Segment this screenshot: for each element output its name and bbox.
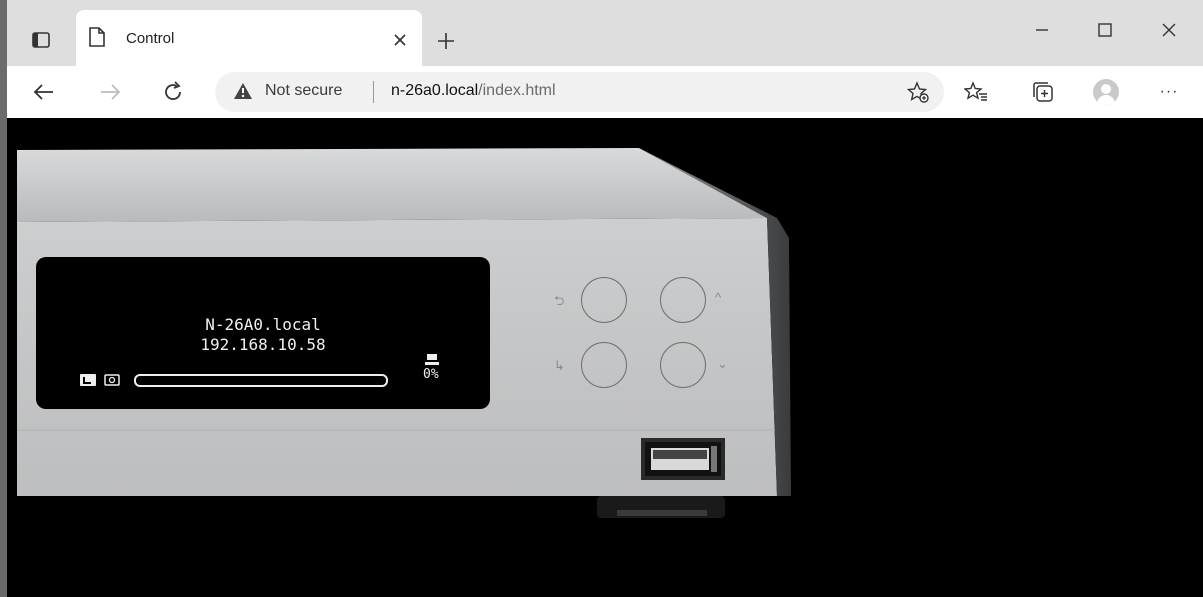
address-bar: Not secure n-26a0.local/index.html ··· (7, 66, 1203, 119)
tab-title: Control (126, 30, 175, 47)
device-front-panel: N-26A0.local 192.168.10.58 0% ⮌ ^ ↳ ⌄ (7, 118, 807, 597)
maximize-icon (1098, 23, 1112, 37)
page-viewport: N-26A0.local 192.168.10.58 0% ⮌ ^ ↳ ⌄ (7, 118, 1203, 597)
up-key-button[interactable] (660, 277, 706, 323)
input-icon (80, 373, 96, 391)
favorites-icon (964, 81, 987, 101)
back-button[interactable] (27, 76, 59, 108)
usb-port (641, 438, 725, 480)
favorites-button[interactable] (960, 76, 992, 108)
new-tab-button[interactable] (431, 26, 461, 56)
window-frame (0, 0, 7, 597)
more-icon: ··· (1159, 83, 1179, 100)
page-icon (88, 26, 106, 53)
back-key-button[interactable] (581, 277, 627, 323)
more-button[interactable]: ··· (1153, 76, 1185, 108)
chevron-down-icon: ⌄ (717, 356, 728, 371)
maximize-button[interactable] (1085, 10, 1125, 50)
close-icon (1162, 23, 1176, 37)
mode-icon (104, 373, 120, 391)
add-favorite-button[interactable] (906, 80, 930, 109)
display-ip: 192.168.10.58 (200, 335, 326, 354)
url-host: n-26a0.local (391, 82, 479, 99)
divider (373, 81, 374, 103)
tab-control[interactable]: Control (76, 10, 422, 70)
collections-button[interactable] (1027, 76, 1059, 108)
progress-bar (134, 374, 388, 387)
url-field[interactable]: Not secure n-26a0.local/index.html (215, 72, 944, 112)
enter-key-button[interactable] (581, 342, 627, 388)
reload-button[interactable] (157, 76, 189, 108)
down-key-button[interactable] (660, 342, 706, 388)
forward-arrow-icon (101, 84, 121, 100)
window-close-button[interactable] (1149, 10, 1189, 50)
tab-strip: Control (7, 0, 1203, 70)
reload-icon (165, 81, 181, 100)
plus-icon (438, 33, 454, 49)
minimize-button[interactable] (1022, 10, 1062, 50)
url-path: /index.html (478, 82, 556, 99)
avatar (1093, 79, 1119, 105)
profile-button[interactable] (1090, 76, 1122, 108)
chevron-up-icon: ^ (715, 290, 722, 305)
tab-actions-icon (32, 32, 50, 48)
browser-chrome: Control Not secure n-26a0.local/index.ht… (7, 0, 1203, 119)
security-label[interactable]: Not secure (265, 82, 342, 100)
back-key-icon: ⮌ (554, 293, 565, 308)
warning-icon (233, 82, 253, 105)
close-icon (394, 34, 406, 46)
front-display: N-26A0.local 192.168.10.58 0% (36, 257, 490, 409)
progress-percent: 0% (423, 367, 439, 382)
collections-icon (1033, 82, 1053, 102)
tab-actions-button[interactable] (29, 28, 53, 52)
forward-button[interactable] (95, 76, 127, 108)
tab-close-button[interactable] (386, 26, 414, 54)
url-text: n-26a0.local/index.html (391, 82, 556, 100)
back-arrow-icon (33, 84, 53, 100)
display-hostname: N-26A0.local (205, 315, 321, 334)
add-favorite-icon (906, 81, 929, 103)
minimize-icon (1036, 29, 1048, 31)
enter-key-icon: ↳ (554, 358, 565, 373)
